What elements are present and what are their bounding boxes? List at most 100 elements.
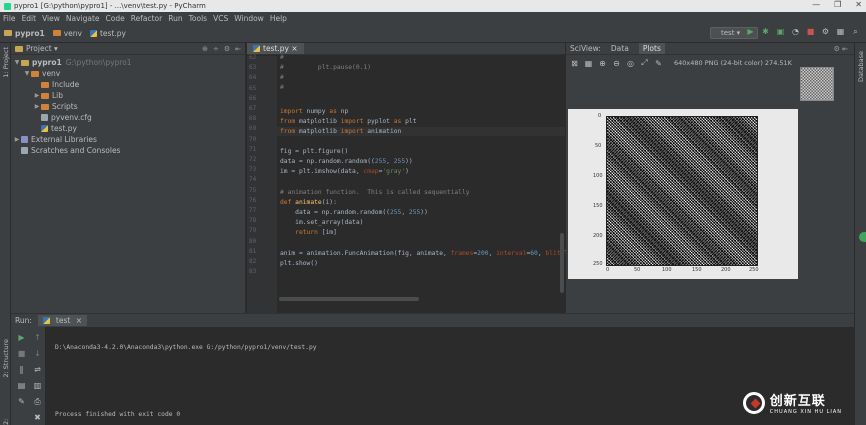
tree-item-venv[interactable]: ▼ venv (11, 68, 245, 79)
project-tool-tab[interactable]: 1: Project (2, 47, 10, 78)
gear-icon[interactable]: ⚙ (224, 45, 230, 53)
stop-icon[interactable]: ■ (17, 349, 26, 358)
console-output[interactable]: D:\Anaconda3-4.2.0\Anaconda3\python.exe … (55, 330, 317, 425)
menu-code[interactable]: Code (106, 14, 125, 23)
chevron-right-icon[interactable]: ▶ (33, 92, 41, 99)
line-number: 67 (249, 105, 257, 112)
line-number: 74 (249, 176, 257, 184)
profile-icon[interactable]: ◔ (791, 27, 800, 36)
vertical-scrollbar[interactable] (560, 233, 564, 293)
folder-icon (41, 81, 49, 88)
menu-vcs[interactable]: VCS (213, 14, 228, 23)
watermark-icon (742, 391, 765, 414)
arrow-down-icon[interactable]: ↓ (33, 349, 42, 358)
chevron-down-icon[interactable]: ▼ (13, 59, 21, 66)
fit-icon[interactable]: ⊠ (570, 59, 579, 68)
project-panel-title[interactable]: Project (26, 44, 52, 53)
run-tab-test[interactable]: test × (37, 315, 87, 326)
close-button[interactable]: ✕ (855, 0, 862, 9)
plot-image: 0 50 100 150 200 250 0 50 100 150 200 25… (568, 109, 798, 279)
hide-icon[interactable]: ⇤ (235, 45, 241, 53)
zoom-out-icon[interactable]: ⊖ (612, 59, 621, 68)
plot-thumbnail[interactable] (800, 67, 834, 101)
console-line: Process finished with exit code 0 (55, 411, 181, 418)
collapse-icon[interactable]: ÷ (213, 45, 219, 53)
minimize-button[interactable]: — (812, 0, 820, 9)
actual-size-icon[interactable]: ◎ (626, 59, 635, 68)
print-icon[interactable]: ⎙ (33, 397, 42, 406)
tree-item-scripts[interactable]: ▶ Scripts (11, 101, 245, 112)
database-tool-tab[interactable]: Database (857, 51, 865, 82)
soft-wrap-icon[interactable]: ⇌ (33, 365, 42, 374)
chevron-down-icon[interactable]: ▼ (23, 70, 31, 77)
sciview-label: SciView: (570, 44, 601, 53)
run-icon[interactable]: ▶ (746, 27, 755, 36)
noise-image (606, 116, 758, 266)
maximize-button[interactable]: ❐ (834, 0, 841, 9)
line-number: 77 (249, 207, 257, 214)
layout-icon[interactable]: ▤ (17, 381, 26, 390)
scroll-end-icon[interactable]: ▥ (33, 381, 42, 390)
library-icon (21, 136, 28, 143)
search-icon[interactable]: ⌕ (851, 27, 860, 36)
y-tick: 200 (593, 233, 603, 239)
tree-item-scratches[interactable]: Scratches and Consoles (11, 145, 245, 156)
project-panel: Project ▾ ⊕ ÷ ⚙ ⇤ ▼ pypro1 G:\python\pypro… (11, 43, 246, 313)
tree-item-include[interactable]: Include (11, 79, 245, 90)
horizontal-scrollbar[interactable] (279, 297, 419, 301)
tree-item-test-py[interactable]: test.py (11, 123, 245, 134)
line-number: 81 (249, 247, 257, 255)
pause-icon[interactable]: ∥ (17, 365, 26, 374)
y-tick: 50 (595, 143, 602, 149)
stop-icon[interactable]: ■ (806, 27, 815, 36)
menu-run[interactable]: Run (168, 14, 182, 23)
run-panel-header: Run: test × (11, 314, 854, 327)
tab-test-py[interactable]: test.py × (247, 43, 304, 54)
menu-view[interactable]: View (42, 14, 60, 23)
color-picker-icon[interactable]: ✎ (654, 59, 663, 68)
arrow-up-icon[interactable]: ↑ (33, 333, 42, 342)
breadcrumb-pypro1[interactable]: pypro1 (4, 29, 45, 38)
rerun-icon[interactable]: ▶ (17, 333, 26, 342)
menu-refactor[interactable]: Refactor (131, 14, 162, 23)
menu-window[interactable]: Window (234, 14, 264, 23)
structure-tool-tab[interactable]: 2: Structure (2, 339, 10, 378)
gear-icon[interactable]: ⚙ ⇤ (834, 45, 848, 53)
notification-indicator[interactable] (859, 232, 866, 242)
debug-icon[interactable]: ✱ (761, 27, 770, 36)
settings-icon[interactable]: ⚙ (821, 27, 830, 36)
trash-icon[interactable]: ✖ (33, 413, 42, 422)
line-number: 71 (249, 145, 257, 153)
globe-icon[interactable]: ⊕ (202, 45, 208, 53)
menu-navigate[interactable]: Navigate (66, 14, 100, 23)
grid-icon[interactable]: ▦ (584, 59, 593, 68)
x-tick: 100 (662, 267, 672, 273)
tab-plots[interactable]: Plots (638, 43, 665, 54)
line-number: 83 (249, 268, 257, 276)
pin-icon[interactable]: ✎ (17, 397, 26, 406)
menu-edit[interactable]: Edit (22, 14, 37, 23)
zoom-in-icon[interactable]: ⊕ (598, 59, 607, 68)
fit-zoom-icon[interactable]: ⤢ (640, 58, 649, 68)
code-editor: test.py × 62 63 64 65 66 67 68 69 70 71 72 73 74 75 76… (247, 43, 583, 313)
chevron-right-icon[interactable]: ▶ (13, 136, 21, 143)
breadcrumb-test-py[interactable]: test.py (89, 29, 126, 38)
line-number: 66 (249, 94, 257, 102)
tree-item-pypro1[interactable]: ▼ pypro1 G:\python\pypro1 (11, 57, 245, 68)
menu-file[interactable]: File (3, 14, 16, 23)
breadcrumb-venv[interactable]: venv (52, 29, 82, 38)
tree-item-lib[interactable]: ▶ Lib (11, 90, 245, 101)
code-area[interactable]: # # plt.pause(0.1) # # import numpy as n… (277, 54, 583, 313)
y-tick: 100 (593, 173, 603, 179)
scratch-icon (21, 147, 28, 154)
tab-data[interactable]: Data (611, 44, 629, 53)
menu-help[interactable]: Help (270, 14, 287, 23)
structure-icon[interactable]: ▦ (836, 27, 845, 36)
project-panel-header: Project ▾ ⊕ ÷ ⚙ ⇤ (11, 43, 245, 55)
coverage-icon[interactable]: ▣ (776, 27, 785, 36)
x-tick: 200 (721, 267, 731, 273)
menu-tools[interactable]: Tools (189, 14, 207, 23)
tree-item-pyvenv-cfg[interactable]: pyvenv.cfg (11, 112, 245, 123)
chevron-right-icon[interactable]: ▶ (33, 103, 41, 110)
tree-item-external-libraries[interactable]: ▶ External Libraries (11, 134, 245, 145)
